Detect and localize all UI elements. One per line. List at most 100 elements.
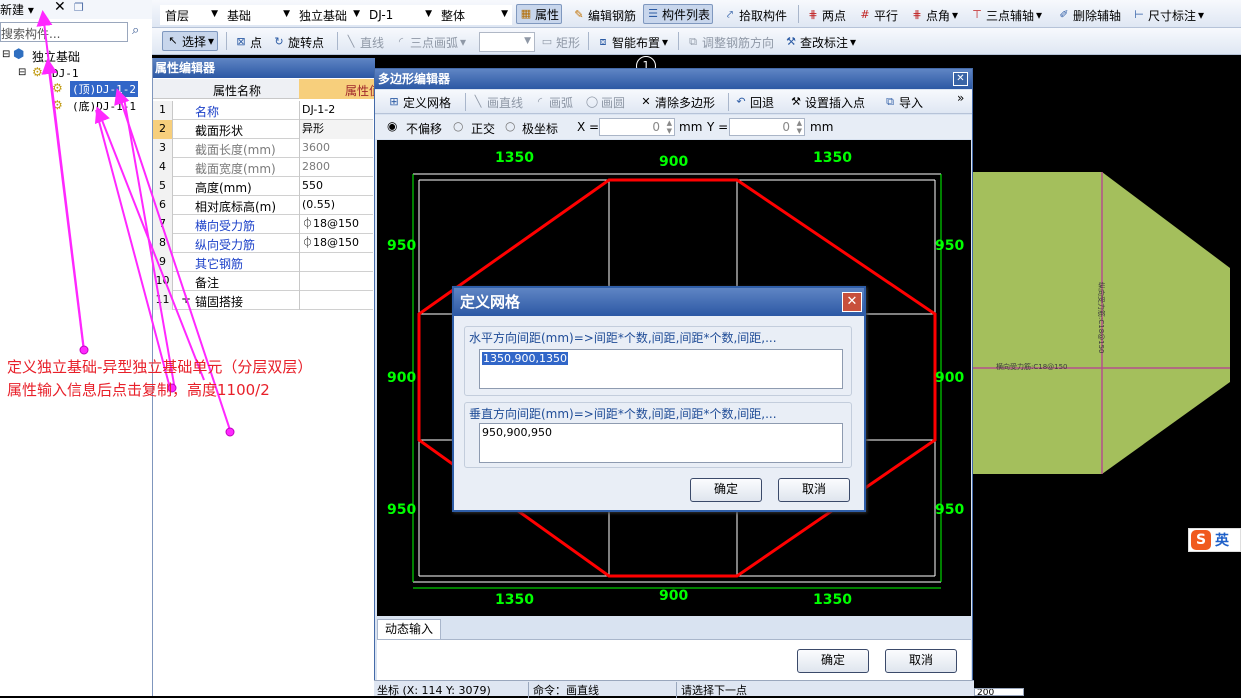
draw-arc-button[interactable]: ◜ 画弧 bbox=[533, 92, 573, 112]
no-offset-label: 不偏移 bbox=[406, 122, 443, 136]
tree-collapse-icon[interactable]: ⊟ bbox=[18, 67, 26, 78]
delete-axis-button[interactable]: ✐ 删除辅轴 bbox=[1057, 5, 1121, 25]
scope-select[interactable]: 整体 ▼ bbox=[436, 5, 512, 25]
property-row[interactable]: 1 名称 DJ-1-2 bbox=[153, 101, 373, 120]
tree-item-bottom[interactable]: (底)DJ-1-1 bbox=[72, 98, 136, 114]
property-row[interactable]: 7 横向受力筋 ⏀18@150 bbox=[153, 215, 373, 234]
three-point-arc-button[interactable]: ◜ 三点画弧 ▾ bbox=[394, 32, 466, 52]
property-name: 截面宽度(mm) bbox=[195, 162, 276, 176]
foundation-shape: 横向受力筋:C18@150 纵向受力筋:C18@150 bbox=[972, 172, 1232, 476]
property-value[interactable]: DJ-1-2 bbox=[299, 101, 373, 120]
pick-component-button[interactable]: ⤤ 拾取构件 bbox=[723, 5, 787, 25]
rotate-point-button[interactable]: ↻ 旋转点 bbox=[272, 32, 324, 52]
close-icon[interactable]: ✕ bbox=[953, 72, 968, 86]
property-value[interactable] bbox=[299, 272, 373, 291]
grid-cancel-button[interactable]: 取消 bbox=[778, 478, 850, 502]
rectangle-button[interactable]: ▭ 矩形 bbox=[540, 32, 580, 52]
circle-icon: ◯ bbox=[585, 95, 599, 108]
floor-select[interactable]: 首层 ▼ bbox=[160, 5, 222, 25]
row-number: 7 bbox=[153, 215, 173, 234]
tree-root[interactable]: 独立基础 bbox=[32, 48, 80, 65]
define-grid-dialog: 定义网格 ✕ 水平方向间距(mm)=>间距*个数,间距,间距*个数,间距,...… bbox=[452, 286, 866, 512]
point-angle-button[interactable]: ⋕ 点角 ▾ bbox=[910, 5, 958, 25]
property-value[interactable]: 3600 bbox=[299, 139, 373, 158]
property-row[interactable]: 8 纵向受力筋 ⏀18@150 bbox=[153, 234, 373, 253]
property-value[interactable]: ⏀18@150 bbox=[299, 215, 373, 234]
point-button[interactable]: ⊠ 点 bbox=[234, 32, 262, 52]
property-value[interactable]: ⏀18@150 bbox=[299, 234, 373, 253]
y-input[interactable]: 0 ▲ ▼ bbox=[729, 118, 805, 136]
new-button[interactable]: 新建 ▾ bbox=[0, 1, 34, 18]
zoom-box[interactable]: 200 bbox=[974, 688, 1024, 696]
property-row[interactable]: 2 截面形状 异形 bbox=[153, 120, 373, 139]
select-button[interactable]: ↖ 选择 ▾ bbox=[162, 31, 219, 51]
smart-layout-button[interactable]: ⧈ 智能布置 ▾ bbox=[596, 32, 669, 52]
copy-icon[interactable]: ❐ bbox=[74, 1, 84, 14]
search-input[interactable]: 搜索构件... bbox=[1, 25, 60, 42]
property-name: 截面形状 bbox=[195, 124, 244, 138]
attributes-button[interactable]: ▦ 属性 bbox=[516, 4, 563, 24]
search-box[interactable]: 搜索构件... bbox=[0, 22, 128, 42]
property-row[interactable]: 3 截面长度(mm) 3600 bbox=[153, 139, 373, 158]
property-row[interactable]: 10 备注 bbox=[153, 272, 373, 291]
grid-dialog-close-icon[interactable]: ✕ bbox=[842, 292, 862, 312]
type-select[interactable]: 独立基础 ▼ bbox=[294, 5, 364, 25]
search-icon[interactable]: ⌕ bbox=[132, 23, 139, 38]
y-unit: mm bbox=[810, 120, 834, 134]
property-row[interactable]: 5 高度(mm) 550 bbox=[153, 177, 373, 196]
property-value[interactable] bbox=[299, 253, 373, 272]
clear-polygon-button[interactable]: ✕ 清除多边形 bbox=[639, 92, 715, 112]
property-value[interactable]: 550 bbox=[299, 177, 373, 196]
tree-collapse-icon[interactable]: ⊟ bbox=[2, 49, 10, 60]
overflow-icon[interactable]: » bbox=[957, 91, 964, 105]
property-value[interactable]: 异形 bbox=[299, 120, 373, 139]
line-button[interactable]: ╲ 直线 bbox=[344, 32, 384, 52]
radio-no-offset[interactable]: ◉ bbox=[387, 119, 397, 133]
import-button[interactable]: ⧉ 导入 bbox=[883, 92, 923, 112]
radio-orthogonal[interactable]: ○ bbox=[453, 119, 463, 133]
expand-icon[interactable]: + bbox=[181, 292, 191, 306]
polygon-ok-button[interactable]: 确定 bbox=[797, 649, 869, 673]
h-spacing-input[interactable]: 1350,900,1350 bbox=[479, 349, 843, 389]
adjust-rebar-button[interactable]: ⧉ 调整钢筋方向 bbox=[686, 32, 774, 52]
property-value[interactable]: (0.55) bbox=[299, 196, 373, 215]
draw-circle-button[interactable]: ◯ 画圆 bbox=[585, 92, 625, 112]
parallel-button[interactable]: # 平行 bbox=[858, 5, 898, 25]
property-row[interactable]: 4 截面宽度(mm) 2800 bbox=[153, 158, 373, 177]
dynamic-input-tab[interactable]: 动态输入 bbox=[377, 619, 441, 639]
radio-polar[interactable]: ○ bbox=[505, 119, 515, 133]
draw-line-button[interactable]: ╲ 画直线 bbox=[471, 92, 523, 112]
property-row[interactable]: 6 相对底标高(m) (0.55) bbox=[153, 196, 373, 215]
property-value[interactable] bbox=[299, 291, 373, 310]
define-grid-button[interactable]: ⊞ 定义网格 bbox=[387, 92, 451, 112]
property-name: 高度(mm) bbox=[195, 181, 252, 195]
component-list-button[interactable]: ☰ 构件列表 bbox=[643, 4, 714, 24]
tree-item-dj1[interactable]: DJ-1 bbox=[52, 67, 79, 80]
blank-select[interactable]: ▼ bbox=[479, 32, 535, 52]
two-points-button[interactable]: ⋕ 两点 bbox=[806, 5, 846, 25]
property-row[interactable]: +11 锚固搭接 bbox=[153, 291, 373, 310]
delete-icon[interactable]: ✕ bbox=[54, 0, 66, 15]
point-icon: ⊠ bbox=[236, 35, 246, 48]
category-select[interactable]: 基础 ▼ bbox=[222, 5, 294, 25]
eraser-icon: ✐ bbox=[1059, 8, 1069, 21]
check-label-button[interactable]: ⚒ 查改标注 ▾ bbox=[784, 32, 856, 52]
property-value[interactable]: 2800 bbox=[299, 158, 373, 177]
item-select[interactable]: DJ-1 ▼ bbox=[364, 5, 436, 25]
grid-dialog-title: 定义网格 bbox=[454, 288, 864, 316]
v-spacing-input[interactable]: 950,900,950 bbox=[479, 423, 843, 463]
ime-indicator[interactable]: S 英 bbox=[1188, 528, 1241, 552]
tree-item-top[interactable]: (顶)DJ-1-2 bbox=[70, 81, 138, 97]
undo-button[interactable]: ↶ 回退 bbox=[734, 92, 774, 112]
edit-rebar-button[interactable]: ✎ 编辑钢筋 bbox=[572, 5, 636, 25]
polygon-cancel-button[interactable]: 取消 bbox=[885, 649, 957, 673]
x-input[interactable]: 0 ▲ ▼ bbox=[599, 118, 675, 136]
set-insert-point-button[interactable]: ⚒ 设置插入点 bbox=[789, 92, 865, 112]
gear-icon: ⚙ bbox=[52, 81, 63, 95]
angle-icon: ⋕ bbox=[912, 8, 922, 21]
grid-ok-button[interactable]: 确定 bbox=[690, 478, 762, 502]
property-row[interactable]: 9 其它钢筋 bbox=[153, 253, 373, 272]
three-point-axis-button[interactable]: ⊤ 三点辅轴 ▾ bbox=[970, 5, 1042, 25]
dim-left-1: 950 bbox=[387, 238, 417, 254]
dimension-button[interactable]: ⊢ 尺寸标注 ▾ bbox=[1132, 5, 1204, 25]
